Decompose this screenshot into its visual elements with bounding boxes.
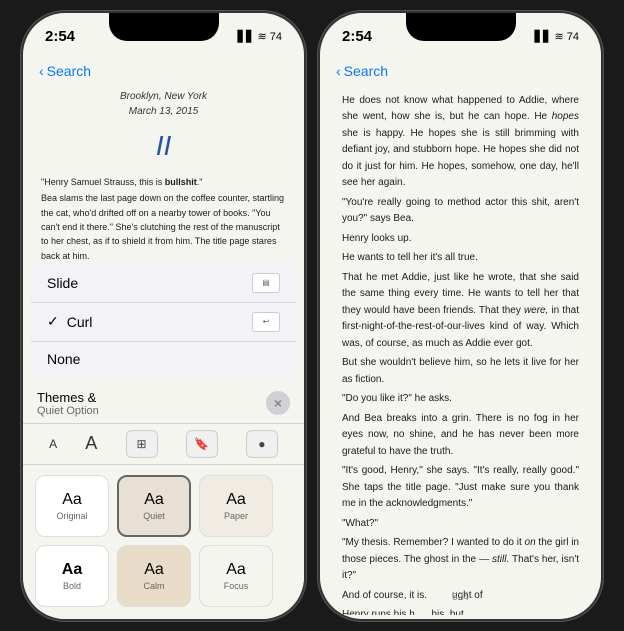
theme-quiet-label: Quiet bbox=[143, 511, 165, 521]
book-chapter: II bbox=[41, 124, 286, 167]
theme-bold-aa: Aa bbox=[62, 561, 82, 579]
book-location: Brooklyn, New York bbox=[41, 89, 286, 105]
themes-row: Themes & Quiet Option × bbox=[23, 384, 304, 419]
theme-calm-aa: Aa bbox=[144, 561, 164, 579]
book-para-1: "Henry Samuel Strauss, this is bullshit.… bbox=[41, 175, 286, 189]
reader-para-2: "You're really going to method actor thi… bbox=[342, 195, 579, 228]
reader-para-5: That he met Addie, just like he wrote, t… bbox=[342, 270, 579, 353]
reader-para-10: "What?" bbox=[342, 516, 579, 533]
theme-paper[interactable]: Aa Paper bbox=[199, 475, 273, 537]
transition-none[interactable]: None bbox=[31, 342, 296, 376]
reader-para-4: He wants to tell her it's all true. bbox=[342, 250, 579, 267]
transition-slide[interactable]: Slide ▤ bbox=[31, 264, 296, 303]
reader-para-6: But she wouldn't believe him, so he lets… bbox=[342, 355, 579, 388]
transition-curl-label: Curl bbox=[67, 314, 252, 330]
theme-focus-label: Focus bbox=[224, 581, 249, 591]
book-date: March 13, 2015 bbox=[41, 104, 286, 120]
font-type-button[interactable]: ⊞ bbox=[126, 430, 158, 458]
right-status-icons: ▋▋ ≋ 74 bbox=[535, 30, 579, 43]
theme-quiet[interactable]: Aa Quiet bbox=[117, 475, 191, 537]
themes-label: Themes & Quiet Option bbox=[37, 390, 99, 417]
reader-para-8: And Bea breaks into a grin. There is no … bbox=[342, 411, 579, 461]
reader-para-9: "It's good, Henry," she says. "It's real… bbox=[342, 463, 579, 513]
slide-icon: ▤ bbox=[252, 273, 280, 293]
phones-container: 2:54 ▋▋ ≋ 74 ‹ Search Brooklyn, New York… bbox=[21, 11, 603, 621]
font-small-label[interactable]: A bbox=[49, 437, 57, 451]
right-back-button[interactable]: ‹ Search bbox=[336, 63, 388, 79]
theme-focus[interactable]: Aa Focus bbox=[199, 545, 273, 607]
theme-calm-label: Calm bbox=[143, 581, 164, 591]
right-chevron-icon: ‹ bbox=[336, 63, 341, 79]
transition-curl[interactable]: Curl ↩ bbox=[31, 303, 296, 342]
theme-quiet-aa: Aa bbox=[144, 491, 164, 509]
close-button[interactable]: × bbox=[266, 391, 290, 415]
theme-focus-aa: Aa bbox=[226, 561, 246, 579]
left-nav-bar: ‹ Search bbox=[23, 53, 304, 89]
left-chevron-icon: ‹ bbox=[39, 63, 44, 79]
theme-paper-label: Paper bbox=[224, 511, 248, 521]
right-status-time: 2:54 bbox=[342, 28, 372, 45]
right-status-bar: 2:54 ▋▋ ≋ 74 bbox=[320, 13, 601, 53]
page-number: 524 bbox=[320, 592, 601, 603]
reader-para-1: He does not know what happened to Addie,… bbox=[342, 93, 579, 192]
theme-paper-aa: Aa bbox=[226, 491, 246, 509]
right-phone: 2:54 ▋▋ ≋ 74 ‹ Search He does not know w… bbox=[318, 11, 603, 621]
left-status-bar: 2:54 ▋▋ ≋ 74 bbox=[23, 13, 304, 53]
right-back-label: Search bbox=[344, 63, 388, 79]
right-nav-bar: ‹ Search bbox=[320, 53, 601, 89]
theme-calm[interactable]: Aa Calm bbox=[117, 545, 191, 607]
theme-bold[interactable]: Aa Bold bbox=[35, 545, 109, 607]
font-large-label[interactable]: A bbox=[85, 433, 97, 454]
left-back-button[interactable]: ‹ Search bbox=[39, 63, 91, 79]
quiet-option-label: Quiet Option bbox=[37, 405, 99, 417]
theme-original-label: Original bbox=[56, 511, 87, 521]
bookmark-button[interactable]: 🔖 bbox=[186, 430, 218, 458]
reader-para-7: "Do you like it?" he asks. bbox=[342, 391, 579, 408]
transition-slide-label: Slide bbox=[47, 275, 252, 291]
reader-para-13: Henry runs his h his, but bbox=[342, 607, 579, 615]
book-para-2: Bea slams the last page down on the coff… bbox=[41, 191, 286, 263]
reader-para-11: "My thesis. Remember? I wanted to do it … bbox=[342, 535, 579, 585]
theme-bold-label: Bold bbox=[63, 581, 81, 591]
left-status-icons: ▋▋ ≋ 74 bbox=[238, 30, 282, 43]
display-button[interactable]: ● bbox=[246, 430, 278, 458]
right-reader-content: He does not know what happened to Addie,… bbox=[320, 89, 601, 615]
theme-original[interactable]: Aa Original bbox=[35, 475, 109, 537]
left-status-time: 2:54 bbox=[45, 28, 75, 45]
font-controls: A A ⊞ 🔖 ● bbox=[23, 423, 304, 465]
book-header: Brooklyn, New York March 13, 2015 II bbox=[41, 89, 286, 167]
theme-original-aa: Aa bbox=[62, 491, 82, 509]
reader-para-3: Henry looks up. bbox=[342, 231, 579, 248]
left-back-label: Search bbox=[47, 63, 91, 79]
transition-none-label: None bbox=[47, 351, 280, 367]
left-phone: 2:54 ▋▋ ≋ 74 ‹ Search Brooklyn, New York… bbox=[21, 11, 306, 621]
curl-icon: ↩ bbox=[252, 312, 280, 332]
transition-menu: Slide ▤ Curl ↩ None bbox=[31, 262, 296, 378]
bottom-panel: Slide ▤ Curl ↩ None Themes & Quiet Optio… bbox=[23, 262, 304, 619]
themes-title: Themes & bbox=[37, 390, 99, 405]
theme-cards: Aa Original Aa Quiet Aa Paper Aa Bold Aa bbox=[23, 469, 304, 619]
